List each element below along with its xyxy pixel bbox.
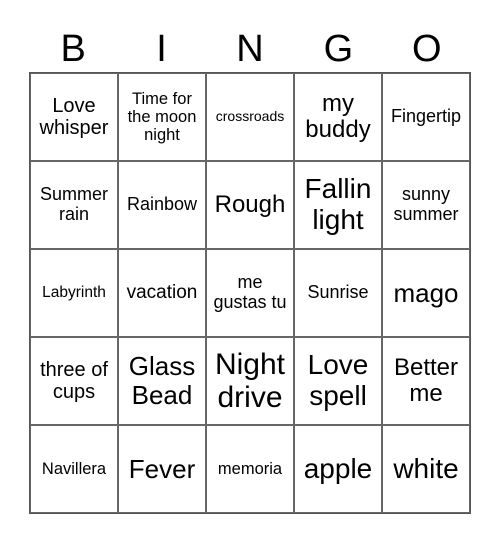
bingo-cell[interactable]: my buddy <box>294 73 382 161</box>
bingo-cell[interactable]: vacation <box>118 249 206 337</box>
bingo-cell[interactable]: apple <box>294 425 382 513</box>
header-letter-o: O <box>411 28 442 70</box>
bingo-cell[interactable]: Summer rain <box>30 161 118 249</box>
header-letter-n: N <box>236 28 264 70</box>
bingo-cell[interactable]: Sunrise <box>294 249 382 337</box>
header-letter-g: G <box>323 28 354 70</box>
bingo-cell[interactable]: mago <box>382 249 470 337</box>
bingo-grid: Love whisper Time for the moon night cro… <box>29 72 471 514</box>
bingo-cell[interactable]: sunny summer <box>382 161 470 249</box>
bingo-cell[interactable]: Love spell <box>294 337 382 425</box>
bingo-cell[interactable]: Love whisper <box>30 73 118 161</box>
bingo-cell[interactable]: Rough <box>206 161 294 249</box>
bingo-cell[interactable]: Navillera <box>30 425 118 513</box>
bingo-cell[interactable]: Labyrinth <box>30 249 118 337</box>
bingo-cell[interactable]: crossroads <box>206 73 294 161</box>
bingo-cell[interactable]: Fingertip <box>382 73 470 161</box>
bingo-cell[interactable]: Rainbow <box>118 161 206 249</box>
bingo-cell[interactable]: Fever <box>118 425 206 513</box>
bingo-cell[interactable]: memoria <box>206 425 294 513</box>
bingo-cell[interactable]: Night drive <box>206 337 294 425</box>
bingo-cell[interactable]: white <box>382 425 470 513</box>
header-letter-b: B <box>60 28 86 70</box>
bingo-cell[interactable]: me gustas tu <box>206 249 294 337</box>
bingo-cell[interactable]: Glass Bead <box>118 337 206 425</box>
bingo-cell[interactable]: Better me <box>382 337 470 425</box>
bingo-header: B I N G O <box>29 26 471 72</box>
bingo-cell[interactable]: Fallin light <box>294 161 382 249</box>
header-letter-i: I <box>156 28 167 70</box>
bingo-cell[interactable]: Time for the moon night <box>118 73 206 161</box>
bingo-cell[interactable]: three of cups <box>30 337 118 425</box>
